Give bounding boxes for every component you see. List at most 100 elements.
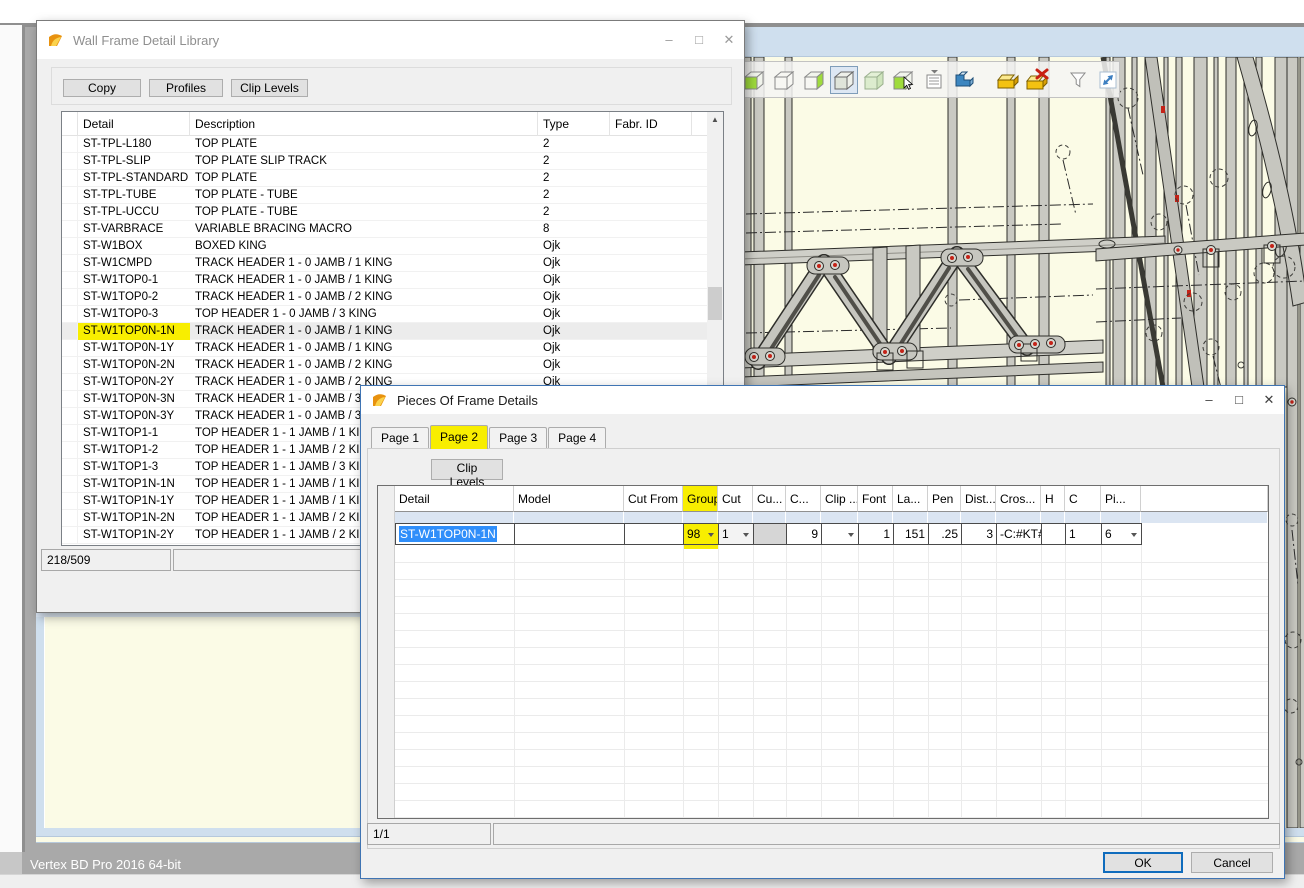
new-row-cell[interactable] (718, 512, 753, 523)
grid-cell-model[interactable] (514, 523, 625, 545)
new-row-cell[interactable] (683, 512, 718, 523)
maximize-icon[interactable]: □ (1224, 386, 1254, 414)
group-box-icon[interactable] (992, 66, 1020, 94)
table-row[interactable]: ST-TPL-UCCUTOP PLATE - TUBE2 (62, 204, 707, 221)
grid-cell-cros[interactable]: -C:#KT# (996, 523, 1042, 545)
tab-page-3[interactable]: Page 3 (489, 427, 547, 449)
view-cube-right-face-icon[interactable] (800, 66, 828, 94)
grid-cell-pi[interactable]: 6 (1101, 523, 1142, 545)
grid-header-detail[interactable]: Detail (395, 486, 514, 512)
table-row[interactable]: ST-W1TOP0N-1NTRACK HEADER 1 - 0 JAMB / 1… (62, 323, 707, 340)
tab-page-1[interactable]: Page 1 (371, 427, 429, 449)
view-cube-hidden-line-icon[interactable] (830, 66, 858, 94)
clip-levels-button[interactable]: Clip Levels (231, 79, 308, 97)
new-row-cell[interactable] (624, 512, 683, 523)
table-row[interactable]: ST-TPL-SLIPTOP PLATE SLIP TRACK2 (62, 153, 707, 170)
header-description[interactable]: Description (190, 112, 538, 136)
grid-header-cut-from[interactable]: Cut From (624, 486, 683, 512)
view-cube-shaded-icon[interactable] (860, 66, 888, 94)
header-detail[interactable]: Detail (78, 112, 190, 136)
grid-header-cros-[interactable]: Cros... (996, 486, 1041, 512)
drawing-sheet-list-icon[interactable] (920, 66, 948, 94)
new-row-cell[interactable] (858, 512, 893, 523)
fit-to-view-icon[interactable] (1094, 66, 1122, 94)
new-row-cell[interactable] (928, 512, 961, 523)
header-type[interactable]: Type (538, 112, 610, 136)
grid-cell-cu[interactable] (753, 523, 787, 545)
grid-header-c-[interactable]: C... (786, 486, 821, 512)
new-row-cell[interactable] (893, 512, 928, 523)
delete-group-box-icon[interactable] (1022, 66, 1050, 94)
maximize-icon[interactable]: □ (684, 21, 714, 59)
new-row-cell[interactable] (961, 512, 996, 523)
grid-header-dist-[interactable]: Dist... (961, 486, 996, 512)
header-fabr-id[interactable]: Fabr. ID (610, 112, 692, 136)
grid-header-cu-[interactable]: Cu... (753, 486, 786, 512)
new-row-cell[interactable] (753, 512, 786, 523)
select-face-cube-icon[interactable] (890, 66, 918, 94)
clip-levels-button[interactable]: Clip Levels (431, 459, 503, 480)
grid-header-group[interactable]: Group (683, 486, 718, 512)
ok-button[interactable]: OK (1103, 852, 1183, 873)
grid-cell-c2[interactable]: 1 (1065, 523, 1102, 545)
new-row-cell[interactable] (786, 512, 821, 523)
grid-cell-pen[interactable]: .25 (928, 523, 962, 545)
grid-cell-detail[interactable]: ST-W1TOP0N-1N (395, 523, 515, 545)
grid-header-c[interactable]: C (1065, 486, 1101, 512)
tab-page-4[interactable]: Page 4 (548, 427, 606, 449)
table-row[interactable]: ST-W1TOP0-1TRACK HEADER 1 - 0 JAMB / 1 K… (62, 272, 707, 289)
table-row[interactable]: ST-W1CMPDTRACK HEADER 1 - 0 JAMB / 1 KIN… (62, 255, 707, 272)
table-row[interactable]: ST-W1TOP0N-1YTRACK HEADER 1 - 0 JAMB / 1… (62, 340, 707, 357)
new-row-cell[interactable] (1141, 512, 1268, 523)
grid-cell-dist[interactable]: 3 (961, 523, 997, 545)
new-row-cell[interactable] (395, 512, 514, 523)
filter-funnel-icon[interactable] (1064, 66, 1092, 94)
profiles-button[interactable]: Profiles (149, 79, 223, 97)
new-row-cell[interactable] (1041, 512, 1065, 523)
copy-button[interactable]: Copy (63, 79, 141, 97)
new-row-cell[interactable] (996, 512, 1041, 523)
grid-cell-cut[interactable]: 1 (718, 523, 754, 545)
grid-cell-font[interactable]: 1 (858, 523, 894, 545)
grid-header-clip-[interactable]: Clip ... (821, 486, 858, 512)
grid-header-model[interactable]: Model (514, 486, 624, 512)
grid-header-h[interactable]: H (1041, 486, 1065, 512)
grid-cell-h[interactable] (1041, 523, 1066, 545)
grid-cell-cut_from[interactable] (624, 523, 684, 545)
close-icon[interactable]: ✕ (714, 21, 744, 59)
chevron-down-icon[interactable] (1131, 533, 1137, 537)
library-titlebar[interactable]: Wall Frame Detail Library – □ ✕ (37, 21, 744, 59)
new-row-cell[interactable] (1101, 512, 1141, 523)
new-row-cell[interactable] (1065, 512, 1101, 523)
new-row-cell[interactable] (514, 512, 624, 523)
table-row[interactable]: ST-W1TOP0-3TOP HEADER 1 - 0 JAMB / 3 KIN… (62, 306, 707, 323)
cancel-button[interactable]: Cancel (1191, 852, 1273, 873)
grid-header-pen[interactable]: Pen (928, 486, 961, 512)
close-icon[interactable]: ✕ (1254, 386, 1284, 414)
table-row[interactable]: ST-W1BOXBOXED KINGOjk (62, 238, 707, 255)
grid-header-la-[interactable]: La... (893, 486, 928, 512)
grid-cell-c[interactable]: 9 (786, 523, 822, 545)
chevron-down-icon[interactable] (708, 533, 714, 537)
chevron-down-icon[interactable] (743, 533, 749, 537)
grid-header-font[interactable]: Font (858, 486, 893, 512)
pieces-grid[interactable]: DetailModelCut FromGroupCutCu...C...Clip… (377, 485, 1269, 819)
scrollbar-thumb[interactable] (708, 287, 722, 320)
grid-cell-la[interactable]: 151 (893, 523, 929, 545)
grid-header-pi-[interactable]: Pi... (1101, 486, 1141, 512)
table-row[interactable]: ST-VARBRACEVARIABLE BRACING MACRO8 (62, 221, 707, 238)
grid-cell-clip[interactable] (821, 523, 859, 545)
table-row[interactable]: ST-TPL-L180TOP PLATE2 (62, 136, 707, 153)
grid-cell-group[interactable]: 98 (683, 523, 719, 545)
tab-page-2[interactable]: Page 2 (430, 425, 488, 449)
table-row[interactable]: ST-W1TOP0N-2NTRACK HEADER 1 - 0 JAMB / 2… (62, 357, 707, 374)
table-row[interactable]: ST-W1TOP0-2TRACK HEADER 1 - 0 JAMB / 2 K… (62, 289, 707, 306)
chevron-down-icon[interactable] (848, 533, 854, 537)
new-row-cell[interactable] (821, 512, 858, 523)
view-cube-wireframe-icon[interactable] (770, 66, 798, 94)
pieces-titlebar[interactable]: Pieces Of Frame Details – □ ✕ (361, 386, 1284, 414)
minimize-icon[interactable]: – (1194, 386, 1224, 414)
grid-header-cut[interactable]: Cut (718, 486, 753, 512)
table-row[interactable]: ST-TPL-STANDARDTOP PLATE2 (62, 170, 707, 187)
minimize-icon[interactable]: – (654, 21, 684, 59)
